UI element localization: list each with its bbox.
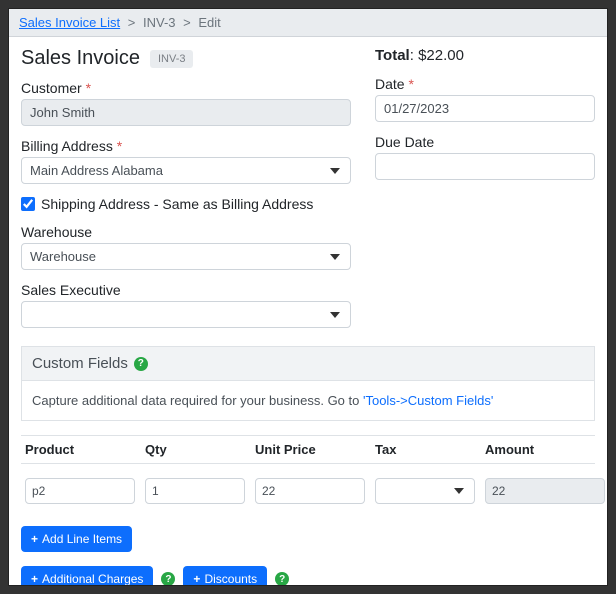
col-unit-price: Unit Price — [255, 442, 365, 457]
col-amount: Amount — [485, 442, 605, 457]
help-icon[interactable]: ? — [134, 357, 148, 371]
billing-address-label: Billing Address * — [21, 138, 351, 154]
sales-executive-label: Sales Executive — [21, 282, 351, 298]
custom-fields-link[interactable]: 'Tools->Custom Fields' — [363, 393, 493, 408]
plus-icon: + — [193, 572, 200, 586]
breadcrumb-separator: > — [124, 15, 140, 30]
breadcrumb: Sales Invoice List > INV-3 > Edit — [9, 9, 607, 37]
total-display: Total: $22.00 — [375, 47, 595, 64]
col-tax: Tax — [375, 442, 475, 457]
warehouse-label: Warehouse — [21, 224, 351, 240]
tax-select[interactable] — [375, 478, 475, 504]
amount-output — [485, 478, 605, 504]
line-items-table: Product Qty Unit Price Tax Amount — [21, 435, 595, 518]
breadcrumb-item: INV-3 — [143, 15, 176, 30]
col-qty: Qty — [145, 442, 245, 457]
customer-input[interactable] — [21, 99, 351, 126]
breadcrumb-separator: > — [179, 15, 195, 30]
help-icon[interactable]: ? — [275, 572, 289, 586]
due-date-input[interactable] — [375, 153, 595, 180]
date-input[interactable] — [375, 95, 595, 122]
help-icon[interactable]: ? — [161, 572, 175, 586]
qty-input[interactable] — [145, 478, 245, 504]
product-input[interactable] — [25, 478, 135, 504]
unit-price-input[interactable] — [255, 478, 365, 504]
shipping-same-checkbox[interactable] — [21, 197, 35, 211]
discounts-button[interactable]: + Discounts — [183, 566, 267, 586]
line-item-row — [21, 464, 595, 518]
date-label: Date * — [375, 76, 595, 92]
sales-invoice-edit-window: Sales Invoice List > INV-3 > Edit Sales … — [8, 8, 608, 586]
additional-charges-button[interactable]: + Additional Charges — [21, 566, 153, 586]
custom-fields-header: Custom Fields ? — [21, 346, 595, 381]
shipping-same-label: Shipping Address - Same as Billing Addre… — [41, 196, 313, 212]
custom-fields-body: Capture additional data required for you… — [21, 381, 595, 421]
sales-executive-select[interactable] — [21, 301, 351, 328]
add-line-items-button[interactable]: + Add Line Items — [21, 526, 132, 552]
billing-address-select[interactable]: Main Address Alabama — [21, 157, 351, 184]
breadcrumb-action: Edit — [198, 15, 220, 30]
page-title: Sales Invoice — [21, 47, 140, 70]
customer-label: Customer * — [21, 80, 351, 96]
warehouse-select[interactable]: Warehouse — [21, 243, 351, 270]
due-date-label: Due Date — [375, 134, 595, 150]
plus-icon: + — [31, 532, 38, 546]
col-product: Product — [25, 442, 135, 457]
breadcrumb-root-link[interactable]: Sales Invoice List — [19, 15, 120, 30]
invoice-id-badge: INV-3 — [150, 50, 194, 68]
plus-icon: + — [31, 572, 38, 586]
